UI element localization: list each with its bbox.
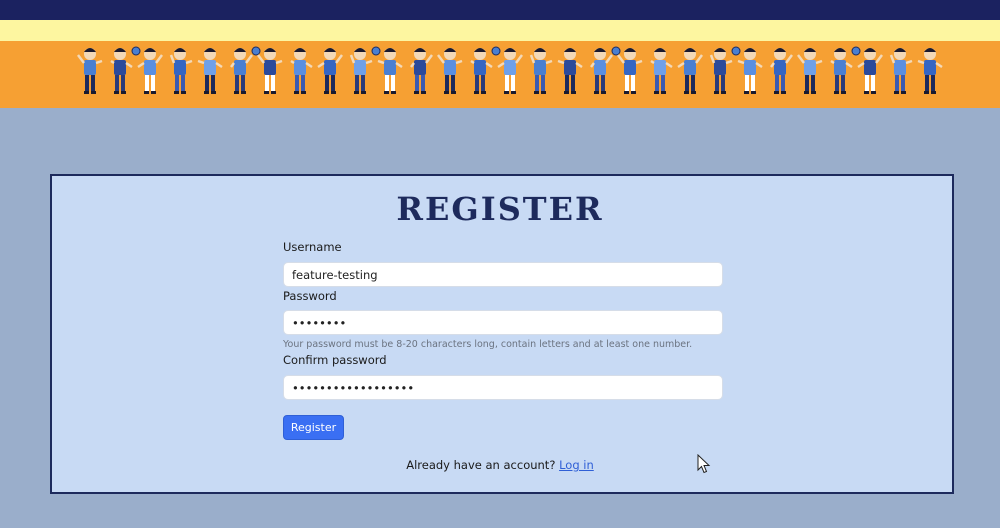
kid-figure [529,48,553,94]
kid-figure [889,48,913,94]
username-field[interactable] [283,262,723,287]
kid-figure [737,48,763,94]
kid-figure [470,46,501,94]
kid-figure [169,48,193,94]
kid-figure [650,48,673,94]
kid-figure [377,48,403,94]
kid-figure [617,48,643,94]
kid-figure [590,46,621,94]
top-header-bar [0,0,1000,20]
confirm-password-field[interactable] [283,375,723,400]
kid-figure [77,48,103,94]
username-label: Username [283,240,342,254]
password-help-text: Your password must be 8-20 characters lo… [283,339,693,350]
confirm-password-label: Confirm password [283,353,387,367]
kid-figure [290,48,313,94]
kids-illustration-icon [77,46,943,94]
kid-figure [797,48,823,94]
register-button[interactable]: Register [283,415,344,440]
kid-figure [677,48,703,94]
kid-figure [857,48,883,94]
login-prompt: Already have an account? Log in [0,458,1000,472]
kid-figure [497,48,523,94]
kid-figure [709,46,741,94]
yellow-stripe [0,20,1000,41]
password-label: Password [283,289,337,303]
login-prompt-text: Already have an account? [406,458,556,472]
mouse-cursor-icon [697,453,711,478]
kid-figure [830,46,861,94]
kid-figure [257,48,283,94]
kid-figure [197,48,223,94]
kid-figure [137,48,163,94]
kids-banner [0,41,1000,108]
kid-figure [410,48,433,94]
kid-figure [230,46,261,94]
kid-figure [349,46,381,94]
kid-figure [110,46,141,94]
kid-figure [317,48,343,94]
login-link[interactable]: Log in [559,458,594,472]
kid-figure [437,48,463,94]
kid-figure [917,48,943,94]
page-title: REGISTER [396,190,604,228]
password-field[interactable] [283,310,723,335]
kid-figure [770,48,793,94]
kid-figure [557,48,583,94]
